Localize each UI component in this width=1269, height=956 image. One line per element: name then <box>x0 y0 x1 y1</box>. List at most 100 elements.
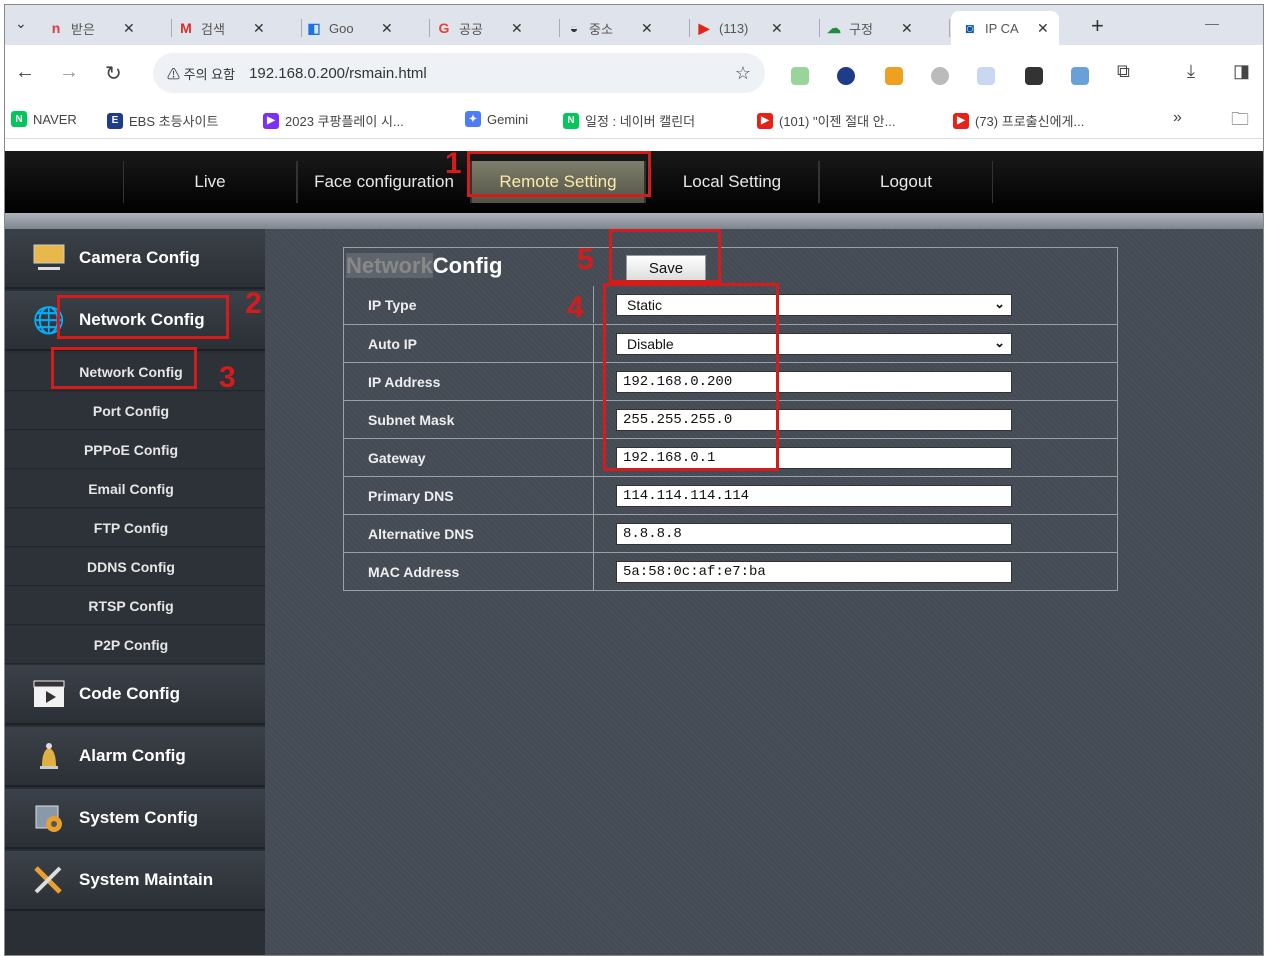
minimize-button[interactable]: — <box>1205 15 1219 31</box>
config-row: Primary DNS 114.114.114.114 <box>344 476 1117 514</box>
bookmark-favicon-icon: ✦ <box>465 111 481 127</box>
bookmark-label: Gemini <box>487 111 529 127</box>
extensions-puzzle-icon[interactable]: ⧉ <box>1117 61 1130 82</box>
bookmark-item[interactable]: N 일정 : 네이버 캘린더 <box>563 111 695 130</box>
tab-favicon-icon: ▶ <box>698 19 710 36</box>
bookmark-item[interactable]: E EBS 초등사이트 <box>107 111 218 130</box>
bookmarks-folder-icon[interactable]: 🗀 <box>1231 107 1249 137</box>
bookmark-item[interactable]: ▶ (73) 프로출신에게... <box>953 111 1084 130</box>
tab-title: (113) <box>719 20 749 36</box>
back-icon[interactable]: ← <box>15 61 35 84</box>
sidebar-item-p2p-config[interactable]: P2P Config <box>5 626 265 664</box>
browser-window: ⌄ n 받은 ✕ M 검색 ✕ ◧ Goo ✕ G 공공 ✕ ◒ 중소 ✕ ▶ (113) ✕ ☁ 구정 ✕ ◙ IP CA… <box>4 4 1264 956</box>
field-input[interactable]: 5a:58:0c:af:e7:ba <box>616 561 1012 583</box>
sidebar-label: System Maintain <box>79 870 214 889</box>
sidebar-item-pppoe-config[interactable]: PPPoE Config <box>5 431 265 469</box>
menu-divider <box>5 213 1263 229</box>
bookmark-label: (73) 프로출신에게... <box>975 114 1085 129</box>
extension-icon[interactable] <box>885 67 903 85</box>
menu-local-setting[interactable]: Local Setting <box>645 161 819 203</box>
bookmark-star-icon[interactable]: ☆ <box>735 63 751 84</box>
browser-tab[interactable]: ◒ 중소 ✕ <box>565 11 653 45</box>
chevron-down-icon: ⌄ <box>994 296 1005 311</box>
sidebar-item-email-config[interactable]: Email Config <box>5 470 265 508</box>
sidebar-item-rtsp-config[interactable]: RTSP Config <box>5 587 265 625</box>
browser-tab[interactable]: G 공공 ✕ <box>435 11 523 45</box>
panel-title: NetworkConfig <box>346 253 503 278</box>
security-warning[interactable]: ⚠ 주의 요함 <box>167 64 235 83</box>
sidebar-system-maintain[interactable]: System Maintain <box>5 851 265 911</box>
sidebar-item-port-config[interactable]: Port Config <box>5 392 265 430</box>
tab-title: 구정 <box>849 21 873 37</box>
config-row: MAC Address 5a:58:0c:af:e7:ba <box>344 552 1117 590</box>
sidebar-code-config[interactable]: Code Config <box>5 665 265 725</box>
bookmark-favicon-icon: N <box>563 112 579 129</box>
panel-header: NetworkConfig Save <box>344 248 1117 286</box>
sidebar-item-ftp-config[interactable]: FTP Config <box>5 509 265 547</box>
tab-favicon-icon: M <box>180 20 192 36</box>
tab-separator <box>301 19 302 37</box>
menu-live[interactable]: Live <box>123 161 297 203</box>
browser-tab[interactable]: M 검색 ✕ <box>177 11 265 45</box>
more-bookmarks-button[interactable]: » <box>1173 109 1182 127</box>
extension-icon[interactable] <box>791 67 809 85</box>
sidebar-camera-config[interactable]: Camera Config <box>5 229 265 289</box>
forward-icon[interactable]: → <box>59 61 79 84</box>
extension-icon[interactable] <box>931 67 949 85</box>
tab-close-icon[interactable]: ✕ <box>253 20 265 37</box>
tab-close-icon[interactable]: ✕ <box>123 20 135 37</box>
monitor-icon <box>31 240 67 276</box>
sidebar-item-ddns-config[interactable]: DDNS Config <box>5 548 265 586</box>
sidebar-alarm-config[interactable]: Alarm Config <box>5 727 265 787</box>
bookmark-label: 일정 : 네이버 캘린더 <box>585 114 696 129</box>
bookmark-label: NAVER <box>33 111 77 127</box>
annotation-box-network-section <box>57 295 229 339</box>
field-input[interactable]: 114.114.114.114 <box>616 485 1012 507</box>
tab-close-icon[interactable]: ✕ <box>771 20 783 37</box>
extension-icon[interactable] <box>1071 67 1089 85</box>
extension-icon[interactable] <box>977 67 995 85</box>
bookmark-item[interactable]: N NAVER <box>11 111 77 127</box>
tab-close-icon[interactable]: ✕ <box>511 20 523 37</box>
bookmark-item[interactable]: ▶ (101) "이젠 절대 안... <box>757 111 895 130</box>
tab-favicon-icon: ◒ <box>569 20 579 36</box>
new-tab-button[interactable]: + <box>1091 13 1104 39</box>
side-panel-icon[interactable]: ◨ <box>1233 61 1250 82</box>
tab-title: 공공 <box>459 21 483 37</box>
tab-title: 검색 <box>201 21 225 37</box>
browser-tab[interactable]: ◧ Goo ✕ <box>305 11 393 45</box>
browser-tab[interactable]: ▶ (113) ✕ <box>695 11 783 45</box>
browser-tab[interactable]: ☁ 구정 ✕ <box>825 11 913 45</box>
tab-separator <box>689 19 690 37</box>
field-value: 114.114.114.114 <box>623 488 750 504</box>
browser-tab[interactable]: ◙ IP CA ✕ <box>951 11 1059 45</box>
download-icon[interactable]: ⤓ <box>1187 61 1195 82</box>
field-label: IP Address <box>344 363 594 400</box>
browser-toolbar: ← → ↻ ⚠ 주의 요함 192.168.0.200/rsmain.html … <box>5 45 1263 99</box>
extension-icon[interactable] <box>837 67 855 85</box>
bookmark-favicon-icon: N <box>11 111 27 127</box>
tab-favicon-icon: ◙ <box>965 20 975 36</box>
tab-search-icon[interactable]: ⌄ <box>15 15 27 32</box>
extension-icon[interactable] <box>1025 67 1043 85</box>
reload-icon[interactable]: ↻ <box>105 61 122 86</box>
tab-title: Goo <box>329 20 354 36</box>
sidebar-label: System Config <box>79 808 199 827</box>
tab-separator <box>559 19 560 37</box>
field-label: MAC Address <box>344 553 594 590</box>
field-input[interactable]: 8.8.8.8 <box>616 523 1012 545</box>
tab-close-icon[interactable]: ✕ <box>641 20 653 37</box>
bookmark-item[interactable]: ✦ Gemini <box>465 111 528 127</box>
annotation-box-network-subitem <box>51 347 197 389</box>
tab-close-icon[interactable]: ✕ <box>1037 20 1049 37</box>
sidebar-system-config[interactable]: System Config <box>5 789 265 849</box>
url-text: 192.168.0.200/rsmain.html <box>249 64 427 82</box>
tab-close-icon[interactable]: ✕ <box>901 20 913 37</box>
address-bar[interactable]: ⚠ 주의 요함 192.168.0.200/rsmain.html ☆ <box>153 53 765 93</box>
bookmark-item[interactable]: ▶ 2023 쿠팡플레이 시... <box>263 111 404 130</box>
browser-tab[interactable]: n 받은 ✕ <box>47 11 135 45</box>
sidebar-label: Camera Config <box>79 248 200 267</box>
menu-logout[interactable]: Logout <box>819 161 993 203</box>
annotation-box-save <box>609 229 721 283</box>
tab-close-icon[interactable]: ✕ <box>381 20 393 37</box>
